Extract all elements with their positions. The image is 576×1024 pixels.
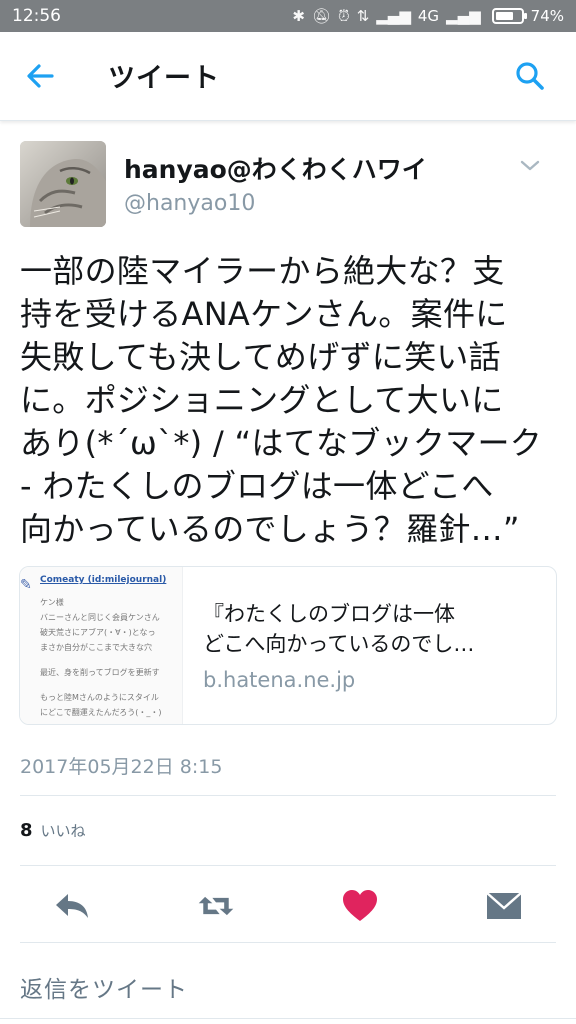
data-transfer-icon: ⇅ xyxy=(356,7,370,25)
back-button[interactable] xyxy=(22,56,58,96)
thumbnail-heading: Comeaty (id:milejournal) xyxy=(40,575,167,585)
avatar[interactable] xyxy=(20,141,106,227)
heart-icon xyxy=(343,890,377,921)
retweet-button[interactable] xyxy=(196,888,236,924)
battery-percent: 74% xyxy=(530,7,564,25)
divider xyxy=(20,865,556,866)
thumbnail-mark: ✎ xyxy=(20,577,32,593)
tweet-text-line: 一部の陸マイラーから絶大な？支 xyxy=(20,252,505,290)
battery-icon xyxy=(491,8,527,24)
reply-icon xyxy=(56,894,88,918)
display-name[interactable]: hanyao@わくわくハワイ xyxy=(124,150,427,186)
mute-icon: 🔕︎ xyxy=(311,7,331,25)
link-card[interactable]: ✎ Comeaty (id:milejournal) ケン様 バニーさんと同じく… xyxy=(19,566,557,725)
thumbnail-line: にどこで翻運えたんだろう(・_・) xyxy=(40,708,162,717)
tweet-text-line: に。ポジショニングとして大いに xyxy=(20,381,504,419)
tweet-text-line: 持を受けるANAケンさん。案件に xyxy=(20,295,508,333)
card-title: 『わたくしのブログは一体 どこへ向かっているのでし… xyxy=(203,599,543,659)
alarm-icon: ⏰︎ xyxy=(337,7,350,25)
reply-input[interactable]: 返信をツイート xyxy=(20,970,188,1004)
thumbnail-line: 破天荒さにアブア(・∀・)となっ xyxy=(40,628,156,637)
status-icons: ✱ 🔕︎ ⏰︎ ⇅ ▂▄▆ 4G ▂▄▆ 74% xyxy=(292,7,564,25)
top-app-bar: ツイート xyxy=(0,32,576,121)
chevron-down-icon xyxy=(520,160,540,171)
retweet-icon xyxy=(198,896,234,916)
tweet-timestamp: 2017年05月22日 8:15 xyxy=(20,756,223,778)
user-handle[interactable]: @hanyao10 xyxy=(124,191,255,216)
tweet-text: 一部の陸マイラーから絶大な？支 持を受けるANAケンさん。案件に 失敗しても決し… xyxy=(20,250,560,551)
thumbnail-line: まさか自分がここまで大きな穴 xyxy=(40,643,152,652)
status-bar: 12:56 ✱ 🔕︎ ⏰︎ ⇅ ▂▄▆ 4G ▂▄▆ 74% xyxy=(0,0,576,32)
bluetooth-icon: ✱ xyxy=(292,7,305,25)
likes-stat[interactable]: 8 いいね xyxy=(20,820,86,841)
thumbnail-line: 最近、身を削ってブログを更新す xyxy=(40,668,160,677)
tweet-text-line: - わたくしのブログは一体どこへ xyxy=(20,467,494,505)
thumbnail-line: もっと陸Mさんのようにスタイル xyxy=(40,693,159,702)
card-thumbnail: ✎ Comeaty (id:milejournal) ケン様 バニーさんと同じく… xyxy=(20,567,183,724)
page-title: ツイート xyxy=(108,63,220,94)
likes-count: 8 xyxy=(20,820,33,841)
likes-label: いいね xyxy=(40,822,86,840)
tweet-text-line: あり(*´ω`*) / “はてなブックマーク xyxy=(20,424,543,462)
status-time: 12:56 xyxy=(12,6,61,26)
search-button[interactable] xyxy=(510,56,550,96)
divider xyxy=(0,1018,576,1019)
tweet-options-button[interactable] xyxy=(518,155,542,175)
search-icon xyxy=(516,62,544,90)
tweet-text-line: 向かっているのでしょう？羅針…” xyxy=(20,510,520,548)
back-arrow-icon xyxy=(27,64,54,88)
card-domain: b.hatena.ne.jp xyxy=(203,668,356,692)
tweet-text-line: 失敗しても決してめげずに笑い話 xyxy=(20,338,501,376)
network-type: 4G xyxy=(417,7,440,25)
signal-icon-2: ▂▄▆ xyxy=(446,7,481,25)
like-button[interactable] xyxy=(340,888,380,924)
envelope-icon xyxy=(486,892,522,919)
thumbnail-line: バニーさんと同じく会員ケンさん xyxy=(40,613,160,622)
card-title-line: どこへ向かっているのでし… xyxy=(203,632,475,656)
card-title-line: 『わたくしのブログは一体 xyxy=(203,602,455,626)
cat-avatar-image xyxy=(20,141,106,227)
direct-message-button[interactable] xyxy=(484,888,524,924)
reply-button[interactable] xyxy=(52,888,92,924)
divider xyxy=(20,795,556,796)
divider xyxy=(20,942,556,943)
signal-icon: ▂▄▆ xyxy=(376,7,411,25)
tweet-actions xyxy=(0,878,576,934)
thumbnail-line: ケン様 xyxy=(40,598,64,607)
